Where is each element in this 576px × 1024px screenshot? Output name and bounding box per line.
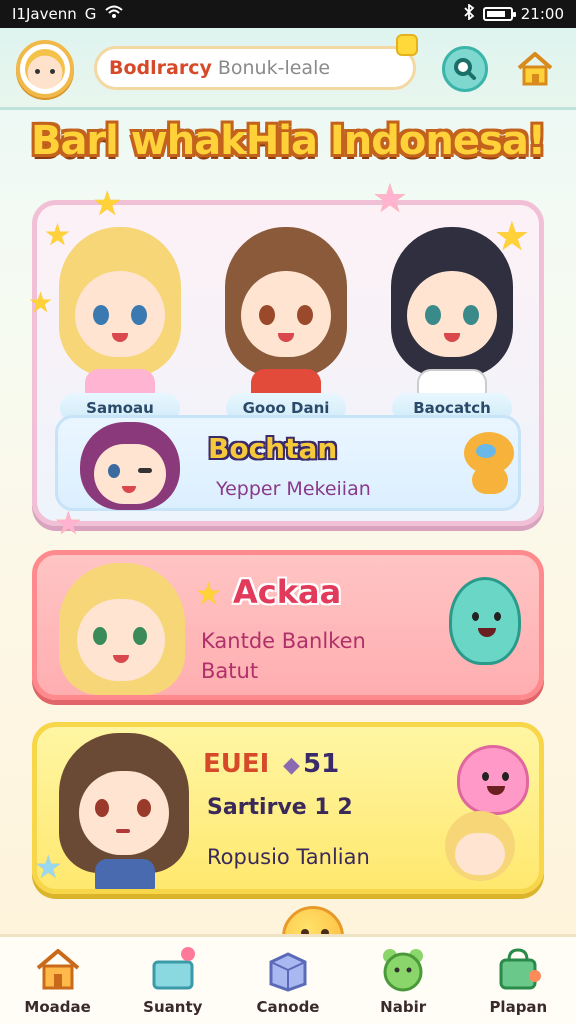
blob-mascot-icon: [449, 577, 521, 665]
character-eye: [131, 305, 147, 325]
banner-title: Barl whakHia Indonesa!: [30, 118, 546, 164]
row-badge: 51: [303, 749, 340, 779]
featured-character-face: [94, 444, 166, 504]
nav-label: Moadae: [24, 998, 91, 1016]
home-button[interactable]: [512, 46, 558, 92]
character-face: [75, 271, 165, 357]
character-face: [241, 271, 331, 357]
row-character-body: [95, 859, 155, 889]
small-character-icon: [445, 811, 515, 881]
row-line-1: Kantde Banlken: [201, 629, 366, 653]
gift-icon: [148, 946, 198, 992]
search-main-text: Bodlrarcy: [109, 57, 212, 79]
row-line-2: Ropusio Tanlian: [207, 845, 370, 869]
featured-card[interactable]: Bochtan Yepper Mekeiian: [55, 415, 521, 511]
gem-icon: ◆: [283, 753, 300, 778]
box-icon: [263, 946, 313, 992]
search-sub-text: Bonuk-leale: [217, 57, 331, 79]
avatar[interactable]: [16, 40, 74, 98]
star-icon: ★: [494, 214, 530, 260]
nav-label: Suanty: [143, 998, 203, 1016]
star-icon: ★: [28, 286, 54, 319]
row-title: Ackaa: [233, 573, 342, 611]
battery-icon: [482, 7, 516, 21]
row-character-face: [77, 599, 165, 681]
character-card-2[interactable]: Gooo Dani: [211, 219, 361, 423]
app-header: Bodlrarcy Bonuk-leale: [0, 28, 576, 110]
character-eye: [297, 305, 313, 325]
nav-item-canode[interactable]: Canode: [233, 936, 343, 1016]
character-mouth: [444, 333, 460, 342]
avatar-face-icon: [25, 49, 65, 89]
pink-row-card[interactable]: ★ Ackaa Kantde Banlken Batut: [32, 550, 544, 700]
search-icon: [454, 58, 476, 80]
character-eye: [425, 305, 441, 325]
nav-item-nabir[interactable]: Nabir: [348, 936, 458, 1016]
bag-icon: [493, 946, 543, 992]
row-title: EUEI: [203, 749, 270, 779]
notification-icon[interactable]: [396, 34, 418, 56]
star-icon: ★: [44, 218, 71, 253]
pink-blob-mascot-icon: [457, 745, 529, 815]
search-button[interactable]: [442, 46, 488, 92]
bear-icon: [378, 946, 428, 992]
yellow-row-card[interactable]: EUEI ◆ 51 Sartirve 1 2 Ropusio Tanlian: [32, 722, 544, 894]
status-bar: I1Javenn G 21:00: [0, 0, 576, 28]
wifi-icon: [104, 5, 124, 23]
row-character-face: [79, 771, 169, 855]
star-icon: ★: [195, 577, 222, 612]
home-icon: [517, 52, 553, 86]
characters-panel: Samoau Gooo Dani Baocatch Bochtan Yepper…: [32, 200, 544, 526]
carrier-label: I1Javenn: [12, 5, 77, 23]
character-mouth: [112, 333, 128, 342]
row-line-2: Batut: [201, 659, 259, 683]
bottom-navigation: Moadae Suanty Canode Nabir Plapan: [0, 934, 576, 1024]
puppy-mascot-icon: [460, 432, 518, 494]
featured-title: Bochtan: [208, 432, 338, 465]
nav-label: Nabir: [380, 998, 427, 1016]
house-icon: [33, 946, 83, 992]
star-icon: ★: [372, 176, 408, 222]
search-input[interactable]: Bodlrarcy Bonuk-leale: [94, 46, 416, 90]
bluetooth-icon: [463, 3, 475, 24]
nav-item-moadae[interactable]: Moadae: [3, 936, 113, 1016]
nav-label: Canode: [256, 998, 320, 1016]
nav-label: Plapan: [489, 998, 548, 1016]
network-label: G: [84, 5, 97, 23]
star-icon: ★: [92, 184, 123, 224]
character-eye: [463, 305, 479, 325]
nav-item-plapan[interactable]: Plapan: [463, 936, 573, 1016]
star-icon: ★: [34, 848, 63, 886]
nav-item-suanty[interactable]: Suanty: [118, 936, 228, 1016]
character-eye: [259, 305, 275, 325]
featured-subtitle: Yepper Mekeiian: [216, 478, 371, 500]
character-mouth: [278, 333, 294, 342]
star-icon: ★: [54, 504, 83, 542]
row-line-1: Sartirve 1 2: [207, 795, 353, 820]
character-eye: [93, 305, 109, 325]
character-face: [407, 271, 497, 357]
clock: 21:00: [520, 5, 564, 23]
